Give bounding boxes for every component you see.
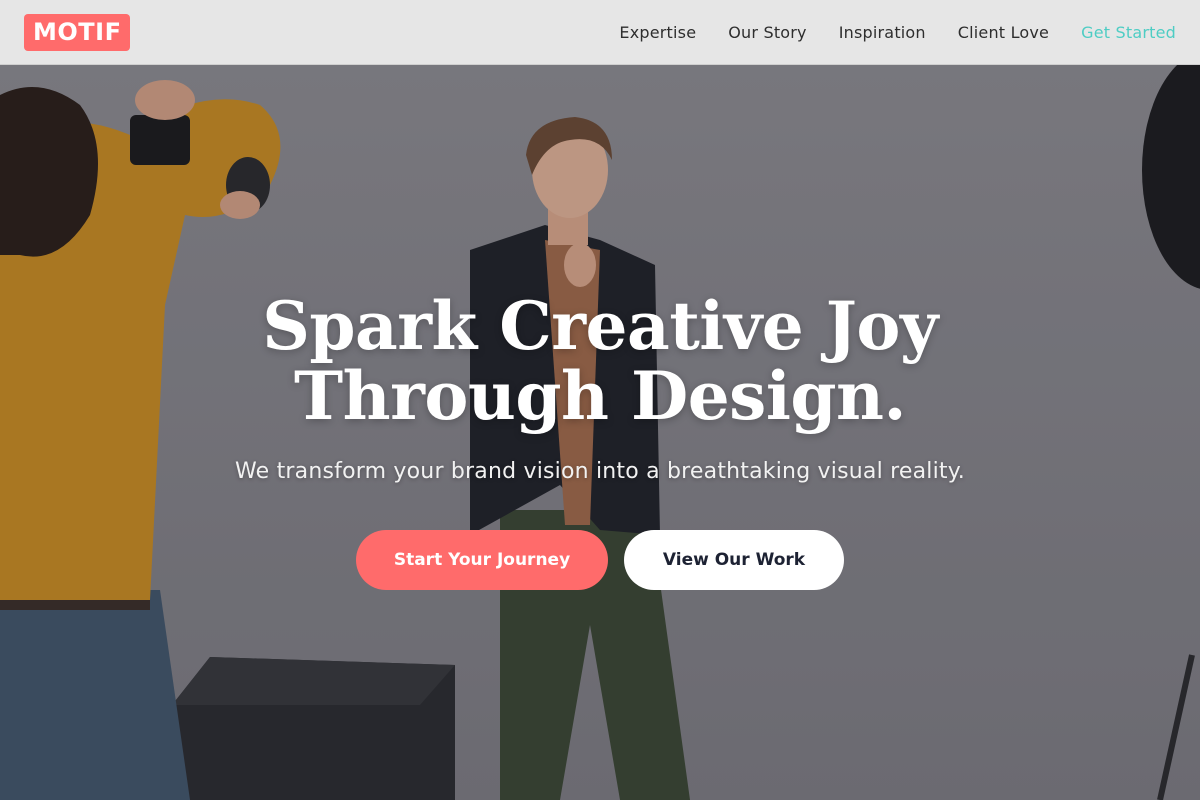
hero-headline-line-2: Through Design.	[293, 357, 907, 435]
nav-link-get-started[interactable]: Get Started	[1081, 23, 1176, 42]
site-header: MOTIF Expertise Our Story Inspiration Cl…	[0, 0, 1200, 65]
view-work-button[interactable]: View Our Work	[624, 530, 844, 590]
start-journey-button[interactable]: Start Your Journey	[356, 530, 608, 590]
main-nav: Expertise Our Story Inspiration Client L…	[587, 23, 1176, 42]
hero-headline-line-1: Spark Creative Joy	[262, 287, 938, 365]
hero-subtitle: We transform your brand vision into a br…	[234, 459, 965, 484]
hero-cta-group: Start Your Journey View Our Work	[0, 530, 1200, 590]
nav-link-client-love[interactable]: Client Love	[958, 23, 1049, 42]
brand-logo[interactable]: MOTIF	[24, 13, 131, 51]
nav-link-expertise[interactable]: Expertise	[619, 23, 696, 42]
hero-section: Spark Creative Joy Through Design. We tr…	[0, 65, 1200, 800]
hero-headline: Spark Creative Joy Through Design.	[0, 291, 1200, 431]
nav-link-inspiration[interactable]: Inspiration	[839, 23, 926, 42]
nav-link-our-story[interactable]: Our Story	[728, 23, 806, 42]
